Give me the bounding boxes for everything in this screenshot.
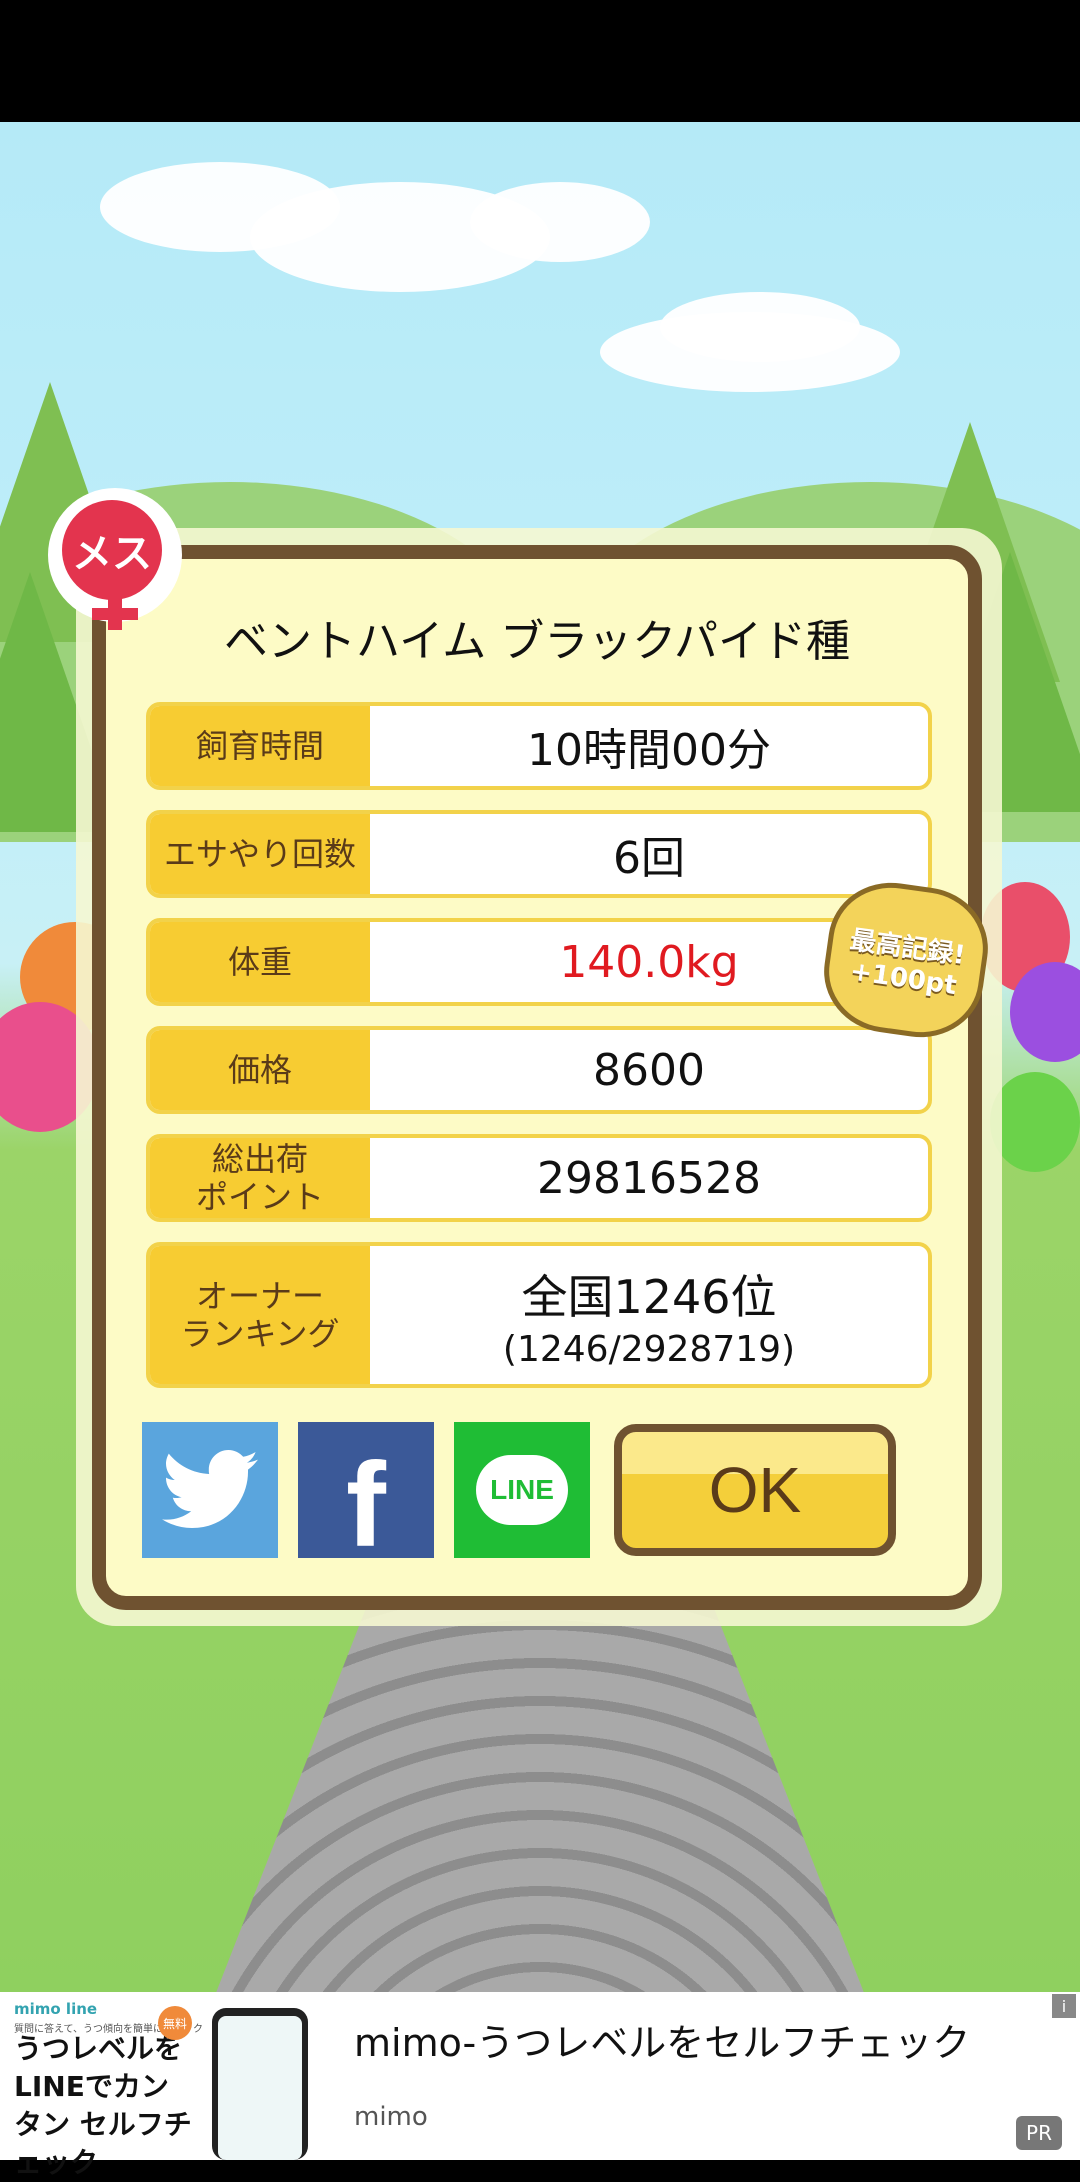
row-label: 価格 xyxy=(150,1030,370,1110)
row-value: 10時間00分 xyxy=(527,725,771,776)
ad-brand: mimo line xyxy=(14,2000,98,2018)
gender-badge-label: メス xyxy=(62,500,162,600)
ad-free-badge: 無料 xyxy=(158,2006,192,2040)
line-share-button[interactable]: LINE xyxy=(454,1422,590,1558)
row-value: 29816528 xyxy=(537,1152,761,1204)
breed-title: ベントハイム ブラックパイド種 xyxy=(223,616,851,667)
row-value: 全国1246位 (1246/2928719) xyxy=(370,1246,928,1384)
ad-info-icon[interactable]: i xyxy=(1052,1994,1076,2018)
ad-copy: うつレベルを LINEでカンタン セルフチェック xyxy=(14,2032,192,2179)
info-row-breeding-time: 飼育時間 10時間00分 xyxy=(146,702,932,790)
row-label: 体重 xyxy=(150,922,370,1002)
ad-image[interactable]: mimo line 質問に答えて、うつ傾向を簡単にチェック うつレベルを LIN… xyxy=(0,1992,330,2179)
ad-pr-badge: PR xyxy=(1016,2116,1062,2150)
ranking-sub: (1246/2928719) xyxy=(502,1328,796,1370)
row-value: 6回 xyxy=(613,833,685,884)
info-row-feed-count: エサやり回数 6回 xyxy=(146,810,932,898)
ok-button[interactable]: OK xyxy=(614,1424,896,1556)
twitter-icon xyxy=(162,1450,258,1528)
row-value: 8600 xyxy=(593,1044,705,1096)
facebook-icon: f xyxy=(346,1438,386,1572)
info-row-total-points: 総出荷 ポイント 29816528 xyxy=(146,1134,932,1222)
row-label: オーナー ランキング xyxy=(150,1246,370,1384)
row-label: 総出荷 ポイント xyxy=(150,1138,370,1218)
ad-sponsor: mimo xyxy=(354,2102,428,2132)
cobblestone-path xyxy=(150,1602,930,1992)
twitter-share-button[interactable] xyxy=(142,1422,278,1558)
row-label: エサやり回数 xyxy=(150,814,370,894)
ranking-main: 全国1246位 xyxy=(521,1269,777,1324)
row-label: 飼育時間 xyxy=(150,706,370,786)
ad-banner[interactable]: mimo line 質問に答えて、うつ傾向を簡単にチェック うつレベルを LIN… xyxy=(0,1992,1080,2179)
info-row-owner-ranking: オーナー ランキング 全国1246位 (1246/2928719) xyxy=(146,1242,932,1388)
facebook-share-button[interactable]: f xyxy=(298,1422,434,1572)
info-row-price: 価格 8600 xyxy=(146,1026,932,1114)
phone-illustration xyxy=(212,2008,308,2160)
female-icon: メス xyxy=(52,492,178,630)
line-icon: LINE xyxy=(476,1455,568,1525)
info-row-weight: 体重 140.0kg xyxy=(146,918,932,1006)
ad-title[interactable]: mimo-うつレベルをセルフチェック xyxy=(354,2012,970,2067)
status-bar xyxy=(0,0,1080,122)
